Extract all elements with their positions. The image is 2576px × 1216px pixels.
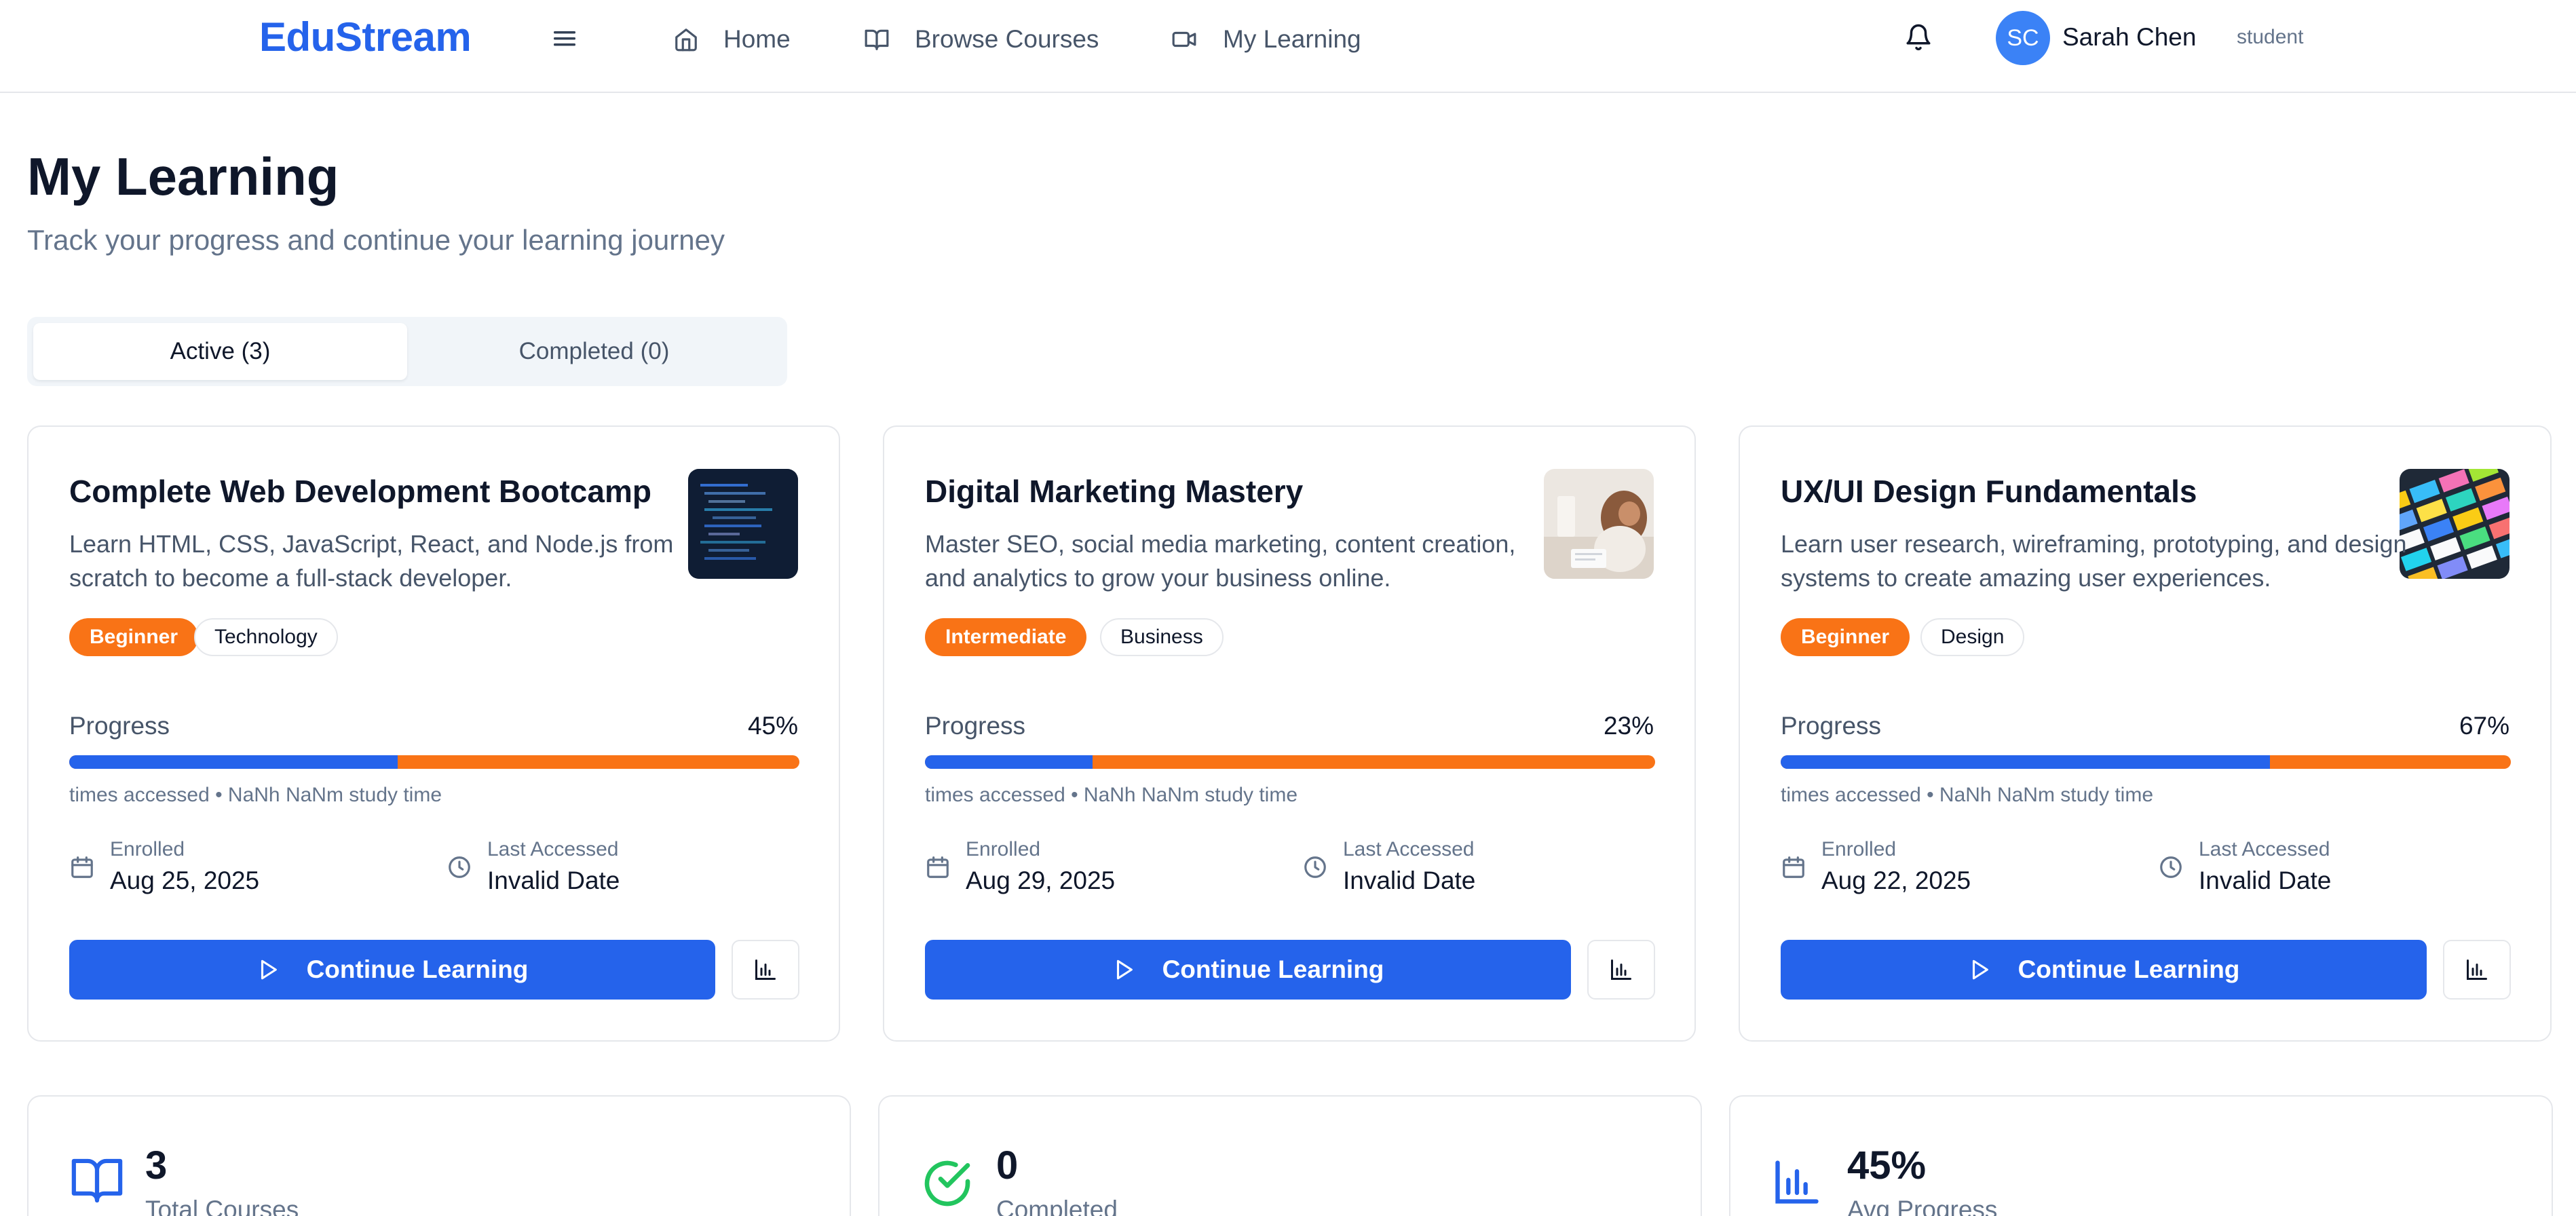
stat-label: Avg Progress bbox=[1847, 1196, 1998, 1216]
nav-home-label: Home bbox=[723, 25, 791, 53]
last-accessed-value: Invalid Date bbox=[1343, 867, 1476, 894]
progress-bar-fill bbox=[925, 755, 1093, 769]
access-stats: times accessed • NaNh NaNm study time bbox=[925, 784, 1298, 806]
tabs: Active (3) Completed (0) bbox=[27, 317, 787, 386]
calendar-icon bbox=[1783, 856, 1804, 878]
progress-value: 23% bbox=[1603, 712, 1654, 740]
category-badge: Technology bbox=[194, 618, 338, 656]
stat-label: Total Courses bbox=[145, 1196, 299, 1216]
course-thumbnail bbox=[2400, 469, 2509, 579]
nav-my-learning[interactable]: My Learning bbox=[1170, 19, 1361, 60]
progress-bar bbox=[925, 755, 1655, 769]
bar-chart-icon bbox=[1775, 1160, 1819, 1204]
enrolled-date: Aug 25, 2025 bbox=[110, 867, 260, 894]
progress-value: 67% bbox=[2459, 712, 2509, 740]
clock-icon bbox=[2160, 856, 2182, 878]
progress-bar bbox=[1781, 755, 2511, 769]
course-card: Digital Marketing Mastery Master SEO, so… bbox=[883, 425, 1696, 1042]
progress-label: Progress bbox=[1781, 712, 1882, 740]
calendar-icon bbox=[927, 856, 949, 878]
last-accessed-label: Last Accessed bbox=[2199, 838, 2330, 860]
progress-value: 45% bbox=[747, 712, 798, 740]
home-icon bbox=[675, 28, 697, 52]
clock-icon bbox=[1304, 856, 1326, 878]
bar-chart-icon bbox=[755, 960, 776, 980]
top-navbar: EduStream Home Browse Courses My Learnin… bbox=[0, 0, 2576, 93]
tab-active[interactable]: Active (3) bbox=[33, 323, 407, 380]
enrolled-label: Enrolled bbox=[110, 838, 185, 860]
course-stats-button[interactable] bbox=[732, 940, 799, 1000]
book-open-icon bbox=[71, 1158, 123, 1203]
bar-chart-icon bbox=[2467, 960, 2487, 980]
level-badge: Beginner bbox=[1781, 618, 1910, 656]
nav-browse-courses-label: Browse Courses bbox=[915, 25, 1099, 53]
stat-card-completed: 0 Completed bbox=[878, 1095, 1702, 1216]
book-open-icon bbox=[865, 29, 889, 50]
user-name[interactable]: Sarah Chen bbox=[2062, 23, 2196, 52]
bar-chart-icon bbox=[1611, 960, 1631, 980]
level-badge: Beginner bbox=[69, 618, 199, 656]
clock-icon bbox=[449, 856, 470, 878]
category-badge: Business bbox=[1100, 618, 1224, 656]
last-accessed-value: Invalid Date bbox=[487, 867, 620, 894]
bell-icon[interactable] bbox=[1904, 22, 1933, 53]
continue-learning-label: Continue Learning bbox=[306, 955, 529, 983]
progress-bar-fill bbox=[69, 755, 398, 769]
continue-learning-button[interactable]: Continue Learning bbox=[1781, 940, 2427, 1000]
user-role: student bbox=[2237, 26, 2304, 48]
stat-card-total-courses: 3 Total Courses bbox=[27, 1095, 851, 1216]
nav-home[interactable]: Home bbox=[673, 19, 791, 60]
continue-learning-label: Continue Learning bbox=[1162, 955, 1384, 983]
level-badge: Intermediate bbox=[925, 618, 1087, 656]
play-icon bbox=[1972, 960, 1988, 980]
course-card: Complete Web Development Bootcamp Learn … bbox=[27, 425, 840, 1042]
course-title[interactable]: Complete Web Development Bootcamp bbox=[69, 473, 651, 510]
enrolled-date: Aug 29, 2025 bbox=[966, 867, 1116, 894]
hamburger-menu-icon[interactable] bbox=[551, 27, 578, 50]
stat-value: 0 bbox=[996, 1143, 1019, 1188]
stat-value: 3 bbox=[145, 1143, 168, 1188]
access-stats: times accessed • NaNh NaNm study time bbox=[1781, 784, 2154, 806]
play-icon bbox=[1116, 960, 1133, 980]
stat-label: Completed bbox=[996, 1196, 1118, 1216]
access-stats: times accessed • NaNh NaNm study time bbox=[69, 784, 442, 806]
play-icon bbox=[261, 960, 277, 980]
course-stats-button[interactable] bbox=[2443, 940, 2511, 1000]
page-subtitle: Track your progress and continue your le… bbox=[27, 224, 725, 256]
course-description: Master SEO, social media marketing, cont… bbox=[925, 530, 1516, 592]
calendar-icon bbox=[71, 856, 93, 878]
course-description: Learn HTML, CSS, JavaScript, React, and … bbox=[69, 530, 674, 592]
stat-card-avg-progress: 45% Avg Progress bbox=[1729, 1095, 2553, 1216]
enrolled-date: Aug 22, 2025 bbox=[1821, 867, 1971, 894]
stat-value: 45% bbox=[1847, 1143, 1927, 1188]
enrolled-label: Enrolled bbox=[1821, 838, 1897, 860]
progress-label: Progress bbox=[925, 712, 1026, 740]
page-title: My Learning bbox=[27, 147, 339, 206]
course-stats-button[interactable] bbox=[1587, 940, 1655, 1000]
progress-bar bbox=[69, 755, 799, 769]
course-title[interactable]: UX/UI Design Fundamentals bbox=[1781, 473, 2197, 510]
check-circle-icon bbox=[924, 1160, 970, 1206]
nav-browse-courses[interactable]: Browse Courses bbox=[863, 19, 1099, 60]
continue-learning-button[interactable]: Continue Learning bbox=[925, 940, 1571, 1000]
enrolled-label: Enrolled bbox=[966, 838, 1041, 860]
video-icon bbox=[1172, 31, 1196, 48]
avatar[interactable]: SC bbox=[1996, 11, 2050, 65]
last-accessed-label: Last Accessed bbox=[1343, 838, 1475, 860]
last-accessed-value: Invalid Date bbox=[2199, 867, 2332, 894]
course-description: Learn user research, wireframing, protot… bbox=[1781, 530, 2407, 592]
logo[interactable]: EduStream bbox=[259, 14, 472, 60]
course-thumbnail bbox=[688, 469, 798, 579]
continue-learning-label: Continue Learning bbox=[2018, 955, 2240, 983]
last-accessed-label: Last Accessed bbox=[487, 838, 619, 860]
progress-label: Progress bbox=[69, 712, 170, 740]
course-title[interactable]: Digital Marketing Mastery bbox=[925, 473, 1303, 510]
nav-my-learning-label: My Learning bbox=[1223, 25, 1361, 53]
tab-completed[interactable]: Completed (0) bbox=[407, 323, 781, 380]
course-thumbnail bbox=[1544, 469, 1654, 579]
course-card: UX/UI Design Fundamentals Learn user res… bbox=[1739, 425, 2552, 1042]
progress-bar-fill bbox=[1781, 755, 2270, 769]
category-badge: Design bbox=[1920, 618, 2025, 656]
continue-learning-button[interactable]: Continue Learning bbox=[69, 940, 715, 1000]
